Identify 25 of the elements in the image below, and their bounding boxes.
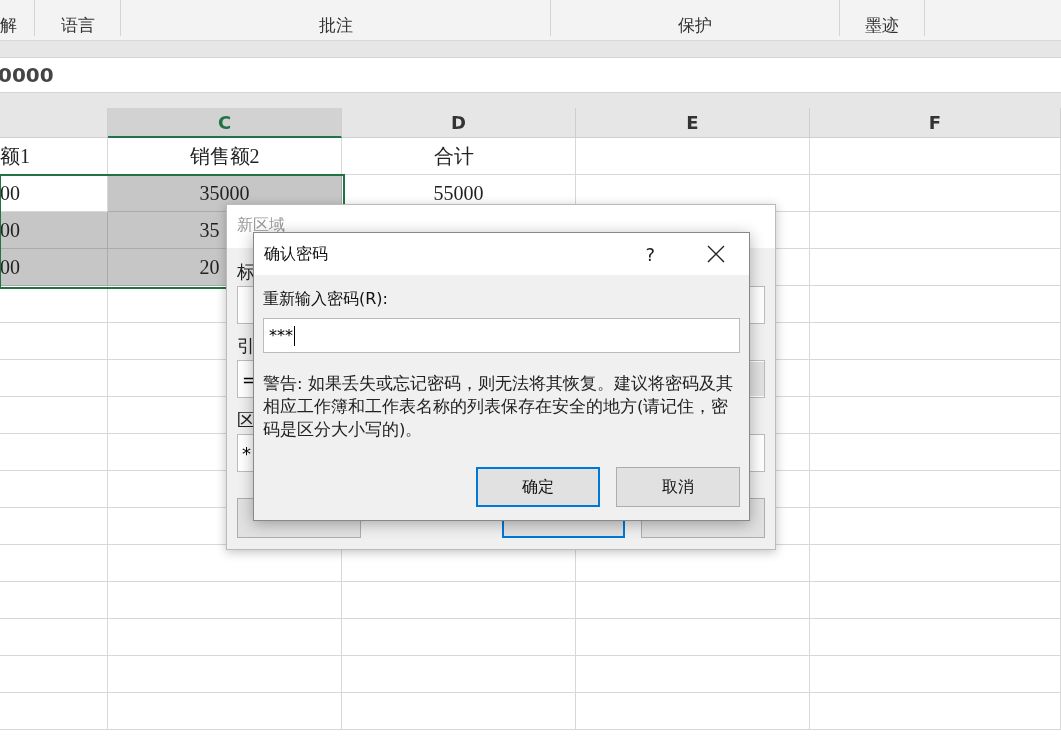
- ribbon-group-label: 批注: [318, 17, 353, 34]
- ribbon-group-label: 语言: [60, 17, 95, 34]
- dialog-button[interactable]: 确定: [476, 467, 600, 507]
- column-header[interactable]: D: [342, 108, 576, 138]
- table-cell: 销售额2: [108, 138, 342, 175]
- ribbon-group-label: 解: [0, 17, 17, 34]
- field-label: 区: [237, 408, 255, 432]
- ribbon-group-label: 墨迹: [865, 17, 899, 34]
- help-button[interactable]: ?: [645, 243, 655, 265]
- warning-text: 警告: 如果丢失或忘记密码，则无法将其恢复。建议将密码及其相应工作簿和工作表名称的列表保存在安全的地方(请记住，密码是区分大小写的)。: [263, 373, 733, 441]
- table-cell: 00: [0, 249, 108, 286]
- password-field[interactable]: ***: [263, 318, 740, 353]
- column-header[interactable]: F: [810, 108, 1061, 138]
- dialog-title: 新区域: [237, 215, 285, 234]
- field-label: 引: [237, 334, 255, 358]
- close-icon[interactable]: [707, 245, 725, 263]
- column-header[interactable]: C: [108, 108, 342, 138]
- field-label: 标: [237, 260, 255, 284]
- table-cell: 00: [0, 212, 108, 249]
- table-cell: 额1: [0, 138, 108, 175]
- ribbon-group-label: 保护: [678, 17, 712, 34]
- field-label: 重新输入密码(R):: [263, 289, 389, 310]
- table-cell: 合计: [342, 138, 576, 175]
- column-header[interactable]: E: [576, 108, 810, 138]
- dialog-button[interactable]: 取消: [616, 467, 740, 507]
